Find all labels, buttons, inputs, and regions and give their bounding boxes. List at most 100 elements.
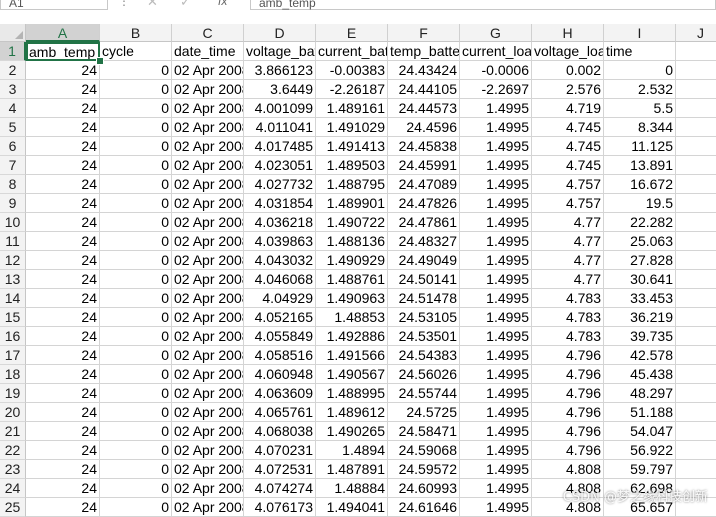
table-cell[interactable]: 4.052165 [244,308,316,327]
table-cell[interactable]: 02 Apr 2008 [172,118,244,137]
table-cell[interactable]: 1.4894 [316,441,388,460]
table-cell[interactable]: 19.5 [604,194,676,213]
row-header-15[interactable]: 15 [0,308,26,327]
header-cell[interactable]: current_load [460,42,532,61]
table-cell[interactable]: 0 [100,194,172,213]
table-cell[interactable]: 1.48853 [316,308,388,327]
table-cell[interactable]: 1.491029 [316,118,388,137]
table-cell[interactable] [676,384,716,403]
table-cell[interactable] [676,441,716,460]
table-cell[interactable]: 02 Apr 2008 [172,498,244,517]
table-cell[interactable]: 24 [26,327,100,346]
table-cell[interactable] [676,327,716,346]
table-cell[interactable]: 1.488761 [316,270,388,289]
table-cell[interactable]: 1.4995 [460,384,532,403]
table-cell[interactable]: 24.59068 [388,441,460,460]
row-header-2[interactable]: 2 [0,61,26,80]
table-cell[interactable]: 1.488136 [316,232,388,251]
table-cell[interactable] [676,194,716,213]
table-cell[interactable]: -0.00383 [316,61,388,80]
table-cell[interactable]: 1.4995 [460,99,532,118]
formula-input[interactable]: amb_temp [250,0,716,10]
table-cell[interactable] [676,403,716,422]
row-header-6[interactable]: 6 [0,137,26,156]
table-cell[interactable]: 24 [26,232,100,251]
table-cell[interactable]: 0 [100,422,172,441]
table-cell[interactable]: 4.77 [532,213,604,232]
table-cell[interactable]: 4.060948 [244,365,316,384]
row-header-25[interactable]: 25 [0,498,26,517]
table-cell[interactable]: 0 [100,118,172,137]
row-header-23[interactable]: 23 [0,460,26,479]
name-box-dropdown-icon[interactable]: ⋮ [118,0,130,8]
header-cell[interactable]: voltage_load [532,42,604,61]
row-header-21[interactable]: 21 [0,422,26,441]
table-cell[interactable]: 0 [100,156,172,175]
header-cell[interactable]: amb_temp [26,42,100,61]
table-cell[interactable]: 4.77 [532,251,604,270]
table-cell[interactable]: 11.125 [604,137,676,156]
table-cell[interactable]: 4.046068 [244,270,316,289]
table-cell[interactable]: 4.745 [532,156,604,175]
table-cell[interactable]: 24 [26,251,100,270]
header-cell[interactable] [676,42,716,61]
table-cell[interactable] [676,365,716,384]
table-cell[interactable]: 24.50141 [388,270,460,289]
column-header-b[interactable]: B [100,24,172,42]
table-cell[interactable] [676,346,716,365]
table-cell[interactable]: 0 [100,460,172,479]
table-cell[interactable]: 1.494041 [316,498,388,517]
table-cell[interactable]: 0 [100,175,172,194]
table-cell[interactable]: 1.4995 [460,498,532,517]
table-cell[interactable]: 24.58471 [388,422,460,441]
table-cell[interactable]: 4.065761 [244,403,316,422]
table-cell[interactable]: 8.344 [604,118,676,137]
table-cell[interactable]: 24 [26,422,100,441]
table-cell[interactable]: 48.297 [604,384,676,403]
table-cell[interactable]: 4.796 [532,422,604,441]
table-cell[interactable]: 4.757 [532,194,604,213]
table-cell[interactable]: 4.783 [532,289,604,308]
row-header-4[interactable]: 4 [0,99,26,118]
table-cell[interactable]: 02 Apr 2008 [172,99,244,118]
table-cell[interactable]: 1.4995 [460,403,532,422]
row-header-20[interactable]: 20 [0,403,26,422]
table-cell[interactable]: 4.719 [532,99,604,118]
table-cell[interactable]: 1.492886 [316,327,388,346]
row-header-24[interactable]: 24 [0,479,26,498]
table-cell[interactable] [676,422,716,441]
table-cell[interactable]: 24.59572 [388,460,460,479]
table-cell[interactable]: 3.6449 [244,80,316,99]
table-cell[interactable]: 24 [26,289,100,308]
table-cell[interactable]: 1.4995 [460,365,532,384]
table-cell[interactable]: 24.53105 [388,308,460,327]
table-cell[interactable]: 45.438 [604,365,676,384]
table-cell[interactable]: 22.282 [604,213,676,232]
table-cell[interactable] [676,61,716,80]
column-header-i[interactable]: I [604,24,676,42]
table-cell[interactable]: 02 Apr 2008 [172,61,244,80]
table-cell[interactable]: 4.068038 [244,422,316,441]
table-cell[interactable] [676,137,716,156]
table-cell[interactable]: 4.745 [532,137,604,156]
row-header-14[interactable]: 14 [0,289,26,308]
table-cell[interactable]: 24 [26,403,100,422]
table-cell[interactable]: 1.490722 [316,213,388,232]
table-cell[interactable]: 0.002 [532,61,604,80]
table-cell[interactable]: 02 Apr 2008 [172,137,244,156]
table-cell[interactable]: 24 [26,213,100,232]
table-cell[interactable]: 1.4995 [460,175,532,194]
table-cell[interactable]: 1.4995 [460,156,532,175]
table-cell[interactable]: -2.26187 [316,80,388,99]
row-header-19[interactable]: 19 [0,384,26,403]
table-cell[interactable]: 0 [100,384,172,403]
table-cell[interactable]: 4.783 [532,308,604,327]
table-cell[interactable]: 4.055849 [244,327,316,346]
table-cell[interactable]: 24.47861 [388,213,460,232]
table-cell[interactable]: 02 Apr 2008 [172,460,244,479]
row-header-3[interactable]: 3 [0,80,26,99]
column-header-f[interactable]: F [388,24,460,42]
table-cell[interactable]: 4.036218 [244,213,316,232]
table-cell[interactable]: 0 [100,498,172,517]
enter-icon[interactable]: ✓ [180,0,191,10]
